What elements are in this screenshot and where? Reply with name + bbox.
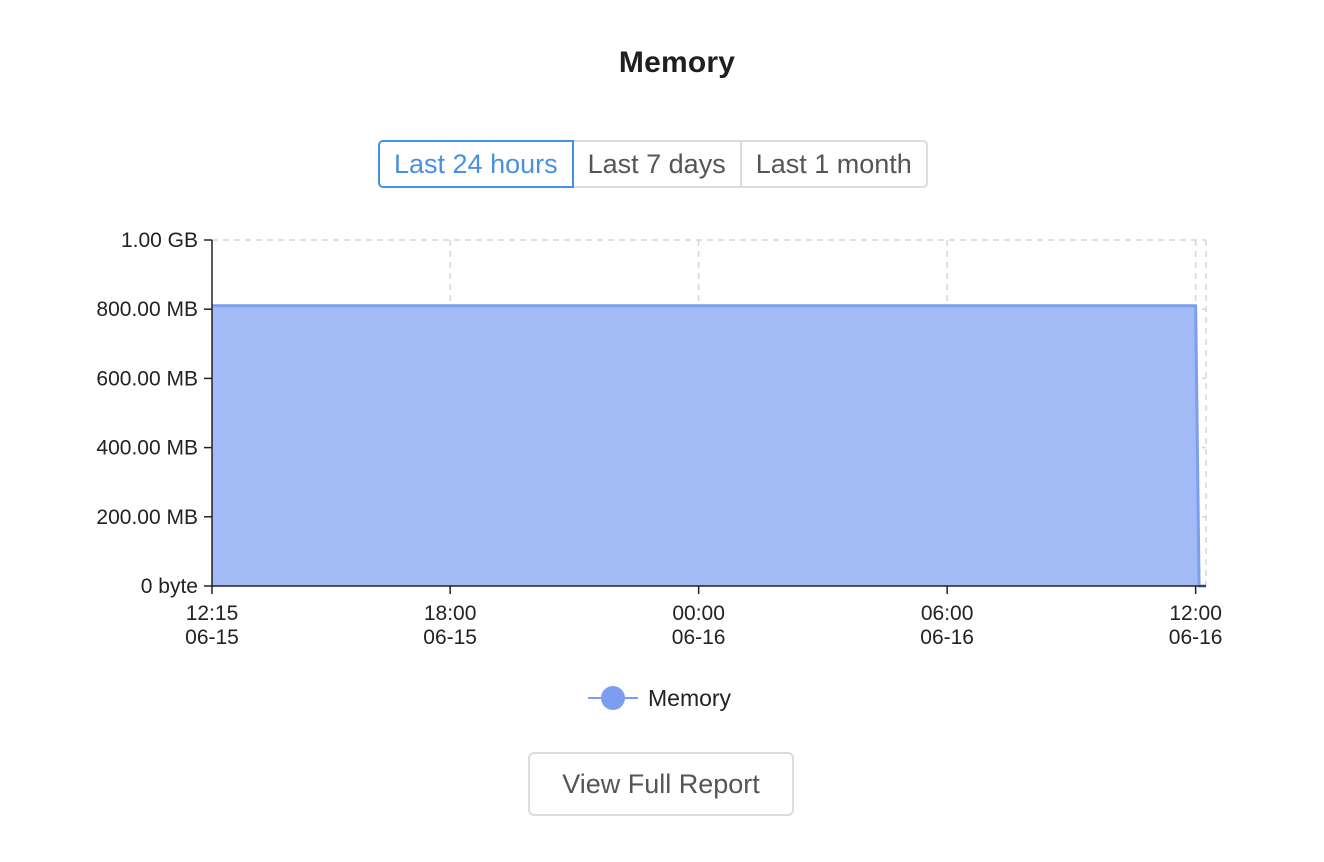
x-tick-label: 00:00 06-16 bbox=[672, 602, 726, 649]
y-tick-label: 400.00 MB bbox=[96, 437, 198, 460]
y-tick-label: 200.00 MB bbox=[96, 506, 198, 529]
x-tick-label: 06:00 06-16 bbox=[920, 602, 974, 649]
x-tick-label: 18:00 06-15 bbox=[423, 602, 477, 649]
legend-series-label: Memory bbox=[648, 684, 732, 711]
y-tick-label: 1.00 GB bbox=[121, 229, 198, 252]
legend-series-marker-icon bbox=[588, 683, 638, 713]
chart-legend[interactable]: Memory bbox=[588, 683, 731, 713]
x-tick-label: 12:00 06-16 bbox=[1169, 602, 1223, 649]
range-last-24-hours-button[interactable]: Last 24 hours bbox=[378, 140, 574, 188]
y-tick-label: 600.00 MB bbox=[96, 367, 198, 390]
y-tick-label: 800.00 MB bbox=[96, 298, 198, 321]
y-tick-label: 0 byte bbox=[141, 575, 198, 598]
memory-area-chart: 0 byte 200.00 MB 400.00 MB 600.00 MB 800.00 … bbox=[96, 229, 1223, 649]
memory-series-area bbox=[212, 305, 1206, 586]
view-full-report-button[interactable]: View Full Report bbox=[528, 752, 794, 816]
x-tick-label: 12:15 06-15 bbox=[185, 602, 239, 649]
